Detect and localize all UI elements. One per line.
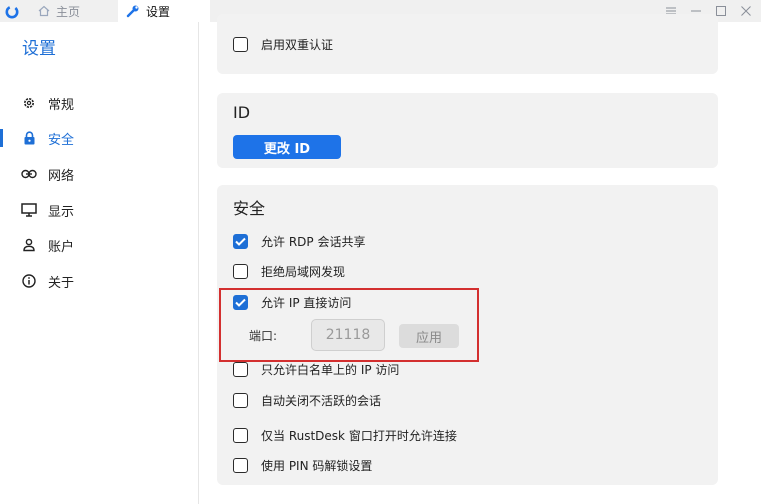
option-label: 使用 PIN 码解锁设置	[261, 458, 373, 473]
option-label: 自动关闭不活跃的会话	[261, 393, 382, 408]
tab-home-label: 主页	[56, 4, 81, 19]
info-icon	[21, 273, 37, 289]
option-allow-only-when-open[interactable]: 仅当 RustDesk 窗口打开时允许连接	[233, 425, 457, 445]
checkbox[interactable]	[233, 361, 248, 377]
wrench-icon	[126, 4, 140, 18]
option-label: 仅当 RustDesk 窗口打开时允许连接	[261, 428, 457, 443]
gear-icon	[21, 95, 37, 111]
option-label: 拒绝局域网发现	[261, 264, 346, 279]
sidebar-title: 设置	[22, 39, 56, 59]
card-title: ID	[233, 103, 251, 122]
option-deny-lan-discovery[interactable]: 拒绝局域网发现	[233, 261, 345, 281]
card-title: 安全	[233, 199, 266, 218]
scroll-gutter	[719, 22, 761, 504]
sidebar-item-about[interactable]: 关于	[0, 266, 198, 296]
option-ip-whitelist[interactable]: 只允许白名单上的 IP 访问	[233, 359, 399, 379]
active-indicator	[0, 129, 3, 147]
person-icon	[21, 237, 37, 253]
sidebar-item-network[interactable]: 网络	[0, 159, 198, 189]
sidebar-item-display[interactable]: 显示	[0, 195, 198, 225]
sidebar-item-label: 显示	[48, 204, 75, 220]
checkbox[interactable]	[233, 36, 248, 52]
option-pin-unlock[interactable]: 使用 PIN 码解锁设置	[233, 455, 372, 475]
settings-content: 启用双重认证 ID 更改 ID 安全 允许 RDP 会话共享 拒绝局域网发现 允…	[198, 14, 761, 504]
lock-icon	[21, 130, 37, 146]
sidebar-item-label: 关于	[48, 275, 75, 291]
sidebar-item-account[interactable]: 账户	[0, 230, 198, 260]
checkbox-checked[interactable]	[233, 233, 248, 249]
close-icon[interactable]	[735, 0, 757, 22]
checkbox[interactable]	[233, 263, 248, 279]
home-icon	[38, 5, 50, 17]
sidebar-item-label: 安全	[48, 132, 75, 148]
option-enable-2fa[interactable]: 启用双重认证	[233, 34, 333, 54]
monitor-icon	[21, 202, 37, 218]
rustdesk-logo-icon	[5, 4, 19, 19]
link-icon	[21, 166, 37, 182]
checkbox[interactable]	[233, 457, 248, 473]
tab-settings[interactable]: 设置	[118, 0, 210, 22]
change-id-button[interactable]: 更改 ID	[233, 135, 341, 159]
sidebar-item-label: 网络	[48, 168, 75, 184]
option-label: 启用双重认证	[261, 37, 334, 52]
tab-home[interactable]: 主页	[28, 0, 118, 22]
sidebar-item-label: 常规	[48, 97, 75, 113]
card-two-factor: 启用双重认证	[217, 14, 718, 74]
highlight-box	[219, 288, 479, 362]
sidebar-item-general[interactable]: 常规	[0, 88, 198, 118]
tab-settings-label: 设置	[146, 4, 171, 19]
card-id: ID 更改 ID	[217, 93, 718, 168]
option-allow-rdp-share[interactable]: 允许 RDP 会话共享	[233, 231, 365, 251]
option-label: 只允许白名单上的 IP 访问	[261, 362, 400, 377]
sidebar: 设置 常规 安全 网络 显示 账户 关于	[0, 22, 198, 504]
option-label: 允许 RDP 会话共享	[261, 234, 366, 249]
checkbox[interactable]	[233, 427, 248, 443]
option-auto-close-inactive[interactable]: 自动关闭不活跃的会话	[233, 390, 381, 410]
sidebar-item-security[interactable]: 安全	[0, 123, 198, 153]
sidebar-item-label: 账户	[48, 239, 75, 255]
checkbox[interactable]	[233, 392, 248, 408]
